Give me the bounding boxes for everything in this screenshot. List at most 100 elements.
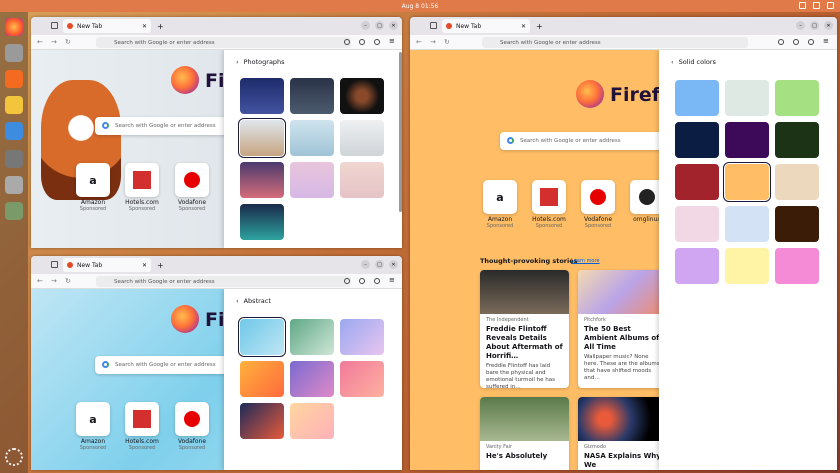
new-tab-icon[interactable]: +	[157, 22, 164, 31]
tab-new-tab[interactable]: New Tab ✕	[63, 19, 151, 33]
color-swatch[interactable]	[725, 122, 769, 158]
close-window-icon[interactable]: ✕	[824, 21, 833, 30]
wallpaper-swatch[interactable]	[240, 162, 284, 198]
settings-icon[interactable]	[5, 150, 23, 168]
close-window-icon[interactable]: ✕	[389, 260, 398, 269]
pocket-icon[interactable]	[344, 39, 350, 45]
close-tab-icon[interactable]: ✕	[142, 262, 147, 269]
close-tab-icon[interactable]: ✕	[142, 23, 147, 30]
account-icon[interactable]	[359, 39, 365, 45]
wallpaper-swatch[interactable]	[340, 162, 384, 198]
reload-icon[interactable]: ↻	[444, 38, 450, 46]
back-icon[interactable]: ←	[37, 277, 43, 285]
shortcut-amazon[interactable]: a Amazon Sponsored	[76, 402, 110, 451]
color-swatch[interactable]	[675, 248, 719, 284]
shortcut-amazon[interactable]: a Amazon Sponsored	[483, 180, 517, 229]
wallpaper-swatch[interactable]	[290, 120, 334, 156]
url-bar[interactable]: Search with Google or enter address	[96, 276, 351, 287]
color-swatch[interactable]	[725, 248, 769, 284]
url-bar[interactable]: Search with Google or enter address	[96, 37, 351, 48]
color-swatch[interactable]	[775, 122, 819, 158]
pocket-icon[interactable]	[778, 39, 784, 45]
minimize-icon[interactable]: –	[796, 21, 805, 30]
extensions-icon[interactable]	[5, 122, 23, 140]
back-chevron-icon[interactable]: ‹	[671, 58, 674, 66]
extensions-toolbar-icon[interactable]	[374, 278, 380, 284]
story-card[interactable]: Pitchfork The 50 Best Ambient Albums of …	[578, 270, 667, 388]
tab-list-icon[interactable]	[51, 22, 58, 29]
shortcut-amazon[interactable]: a Amazon Sponsored	[76, 163, 110, 212]
firefox-icon[interactable]	[5, 18, 23, 36]
shortcut-vodafone[interactable]: Vodafone Sponsored	[175, 163, 209, 212]
color-swatch[interactable]	[725, 80, 769, 116]
text-editor-icon[interactable]	[5, 176, 23, 194]
tab-list-icon[interactable]	[430, 22, 437, 29]
color-swatch[interactable]	[775, 80, 819, 116]
minimize-icon[interactable]: –	[361, 260, 370, 269]
help-icon[interactable]	[5, 96, 23, 114]
forward-icon[interactable]: →	[430, 38, 436, 46]
maximize-icon[interactable]: □	[375, 260, 384, 269]
back-icon[interactable]: ←	[416, 38, 422, 46]
tab-new-tab[interactable]: New Tab ✕	[63, 258, 151, 272]
color-swatch[interactable]	[775, 206, 819, 242]
extensions-toolbar-icon[interactable]	[374, 39, 380, 45]
wallpaper-swatch[interactable]	[240, 204, 284, 240]
close-tab-icon[interactable]: ✕	[521, 23, 526, 30]
story-card[interactable]: Gizmodo NASA Explains Why We	[578, 397, 667, 470]
wallpaper-swatch[interactable]	[340, 361, 384, 397]
menu-icon[interactable]: ≡	[823, 37, 829, 45]
reload-icon[interactable]: ↻	[65, 277, 71, 285]
trash-icon[interactable]	[5, 202, 23, 220]
shortcut-vodafone[interactable]: Vodafone Sponsored	[175, 402, 209, 451]
learn-more-link[interactable]: Learn more	[571, 258, 600, 264]
new-tab-icon[interactable]: +	[536, 22, 543, 31]
reload-icon[interactable]: ↻	[65, 38, 71, 46]
extensions-toolbar-icon[interactable]	[808, 39, 814, 45]
forward-icon[interactable]: →	[51, 38, 57, 46]
shortcut-hotels[interactable]: Hotels.com Sponsored	[125, 402, 159, 451]
network-icon[interactable]	[799, 2, 806, 9]
color-swatch[interactable]	[725, 206, 769, 242]
maximize-icon[interactable]: □	[810, 21, 819, 30]
forward-icon[interactable]: →	[51, 277, 57, 285]
account-icon[interactable]	[793, 39, 799, 45]
files-icon[interactable]	[5, 44, 23, 62]
wallpaper-swatch[interactable]	[240, 361, 284, 397]
wallpaper-swatch[interactable]	[290, 319, 334, 355]
shortcut-hotels[interactable]: Hotels.com Sponsored	[125, 163, 159, 212]
color-swatch[interactable]	[775, 164, 819, 200]
shortcut-vodafone[interactable]: Vodafone Sponsored	[581, 180, 615, 229]
close-window-icon[interactable]: ✕	[389, 21, 398, 30]
pocket-icon[interactable]	[344, 278, 350, 284]
power-icon[interactable]	[827, 2, 834, 9]
volume-icon[interactable]	[813, 2, 820, 9]
story-card[interactable]: The Independent Freddie Flintoff Reveals…	[480, 270, 569, 388]
color-swatch[interactable]	[675, 164, 719, 200]
wallpaper-swatch[interactable]	[240, 403, 284, 439]
shortcut-hotels[interactable]: Hotels.com Sponsored	[532, 180, 566, 229]
color-swatch[interactable]	[775, 248, 819, 284]
account-icon[interactable]	[359, 278, 365, 284]
story-card[interactable]: Vanity Fair He's Absolutely	[480, 397, 569, 470]
scrollbar[interactable]	[399, 52, 402, 212]
color-swatch[interactable]	[675, 122, 719, 158]
tab-new-tab[interactable]: New Tab ✕	[442, 19, 530, 33]
menu-icon[interactable]: ≡	[389, 37, 395, 45]
color-swatch[interactable]	[675, 206, 719, 242]
wallpaper-swatch[interactable]	[290, 403, 334, 439]
wallpaper-swatch[interactable]	[290, 361, 334, 397]
back-icon[interactable]: ←	[37, 38, 43, 46]
back-chevron-icon[interactable]: ‹	[236, 58, 239, 66]
menu-icon[interactable]: ≡	[389, 276, 395, 284]
clock[interactable]: Aug 8 01:56	[402, 3, 439, 10]
show-apps-icon[interactable]	[5, 448, 23, 466]
tab-list-icon[interactable]	[51, 261, 58, 268]
back-chevron-icon[interactable]: ‹	[236, 297, 239, 305]
wallpaper-swatch[interactable]	[240, 78, 284, 114]
wallpaper-swatch[interactable]	[290, 162, 334, 198]
app-center-icon[interactable]	[5, 70, 23, 88]
wallpaper-swatch-selected[interactable]	[238, 118, 286, 158]
color-swatch-selected[interactable]	[723, 162, 771, 202]
wallpaper-swatch-selected[interactable]	[238, 317, 286, 357]
